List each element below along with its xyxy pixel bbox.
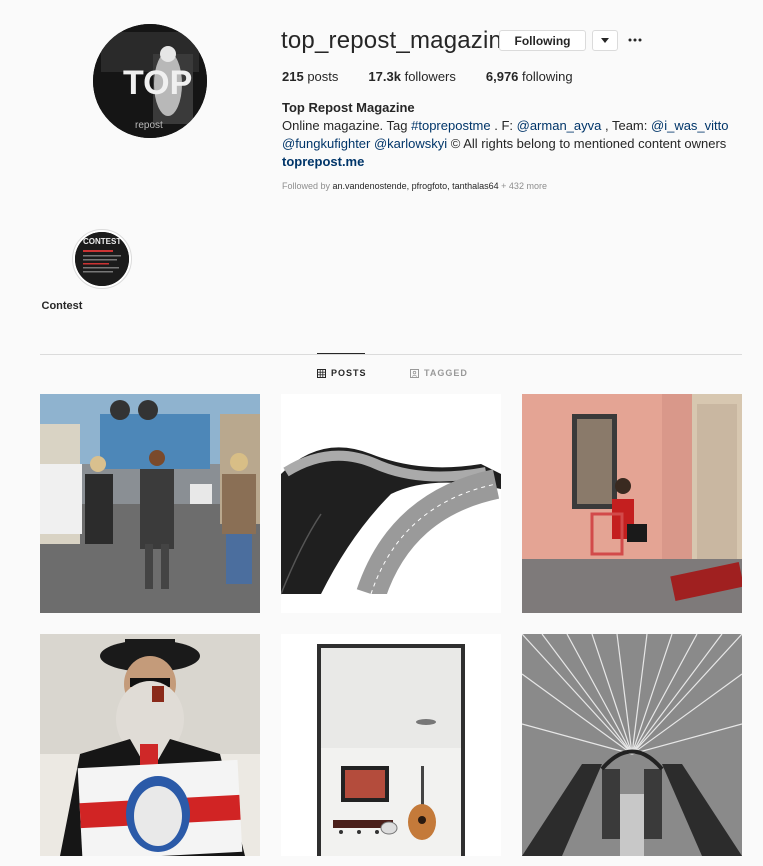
avatar-logo-text: TOP bbox=[123, 64, 192, 102]
street-walkers-photo bbox=[40, 394, 260, 613]
woman-on-chair-photo bbox=[522, 394, 742, 613]
bio-text: , Team: bbox=[601, 118, 651, 133]
profile-website-link[interactable]: toprepost.me bbox=[282, 154, 364, 169]
profile-username: top_repost_magazine bbox=[281, 27, 516, 54]
mention-link[interactable]: @arman_ayva bbox=[517, 118, 602, 133]
following-link[interactable]: 6,976 following bbox=[486, 69, 573, 84]
ellipsis-icon bbox=[628, 38, 642, 42]
profile-avatar[interactable]: TOP repost bbox=[93, 24, 207, 138]
hashtag-link[interactable]: #toprepostme bbox=[411, 118, 491, 133]
profile-stats: 215 posts 17.3k followers 6,976 followin… bbox=[282, 69, 603, 84]
posts-count: 215 posts bbox=[282, 69, 338, 84]
profile-bio: Top Repost Magazine Online magazine. Tag… bbox=[282, 99, 742, 171]
grid-icon bbox=[317, 368, 326, 378]
bio-text: © All rights belong to mentioned content… bbox=[447, 136, 727, 151]
post-tile-street-walkers[interactable] bbox=[40, 394, 260, 613]
following-button[interactable]: Following bbox=[499, 30, 586, 51]
tabs-divider bbox=[40, 354, 742, 355]
followers-count-label: followers bbox=[404, 69, 456, 84]
post-tile-woman-on-chair[interactable] bbox=[522, 394, 742, 613]
suggestions-dropdown-button[interactable] bbox=[592, 30, 618, 51]
followed-by-prefix: Followed by bbox=[282, 181, 333, 191]
mention-link[interactable]: @i_was_vitto bbox=[651, 118, 729, 133]
tab-tagged[interactable]: TAGGED bbox=[410, 368, 468, 378]
highlight-cover: CONTEST bbox=[75, 232, 129, 286]
bio-text: . F: bbox=[490, 118, 517, 133]
highlight-ring: CONTEST bbox=[72, 229, 132, 289]
bio-line-1: Online magazine. Tag #toprepostme . F: @… bbox=[282, 117, 742, 135]
followers-link[interactable]: 17.3k followers bbox=[368, 69, 455, 84]
highlight-cover-text: CONTEST bbox=[83, 237, 121, 246]
followed-by[interactable]: Followed by an.vandenostende, pfrogfoto,… bbox=[282, 181, 547, 191]
tab-posts[interactable]: POSTS bbox=[317, 368, 367, 378]
post-tile-bridge-cables[interactable] bbox=[522, 634, 742, 856]
post-tile-winding-road[interactable] bbox=[281, 394, 501, 613]
avatar-image: TOP repost bbox=[93, 24, 207, 138]
highlight-contest[interactable]: CONTEST bbox=[72, 229, 132, 289]
highlight-label: Contest bbox=[41, 300, 83, 312]
tab-tagged-label: TAGGED bbox=[424, 368, 468, 378]
mention-link[interactable]: @karlowskyi bbox=[374, 136, 447, 151]
more-options-button[interactable] bbox=[627, 32, 643, 48]
caret-down-icon bbox=[601, 37, 609, 43]
winding-road-photo bbox=[281, 394, 501, 613]
bridge-cables-photo bbox=[522, 634, 742, 856]
followed-by-names: an.vandenostende, pfrogfoto, tanthalas64 bbox=[332, 181, 499, 191]
post-tile-bearded-man[interactable] bbox=[40, 634, 260, 856]
bio-line-2: @fungkufighter @karlowskyi © All rights … bbox=[282, 135, 742, 153]
guitar-wall-photo bbox=[281, 634, 501, 856]
tab-posts-label: POSTS bbox=[331, 368, 367, 378]
active-tab-indicator bbox=[317, 353, 365, 354]
following-count-value: 6,976 bbox=[485, 69, 519, 84]
post-tile-guitar-wall[interactable] bbox=[281, 634, 501, 856]
tag-icon bbox=[410, 368, 419, 378]
bearded-man-photo bbox=[40, 634, 260, 856]
avatar-logo-subtext: repost bbox=[135, 120, 163, 131]
followed-by-more: + 432 more bbox=[498, 181, 547, 191]
posts-count-label: posts bbox=[307, 69, 339, 84]
followers-count-value: 17.3k bbox=[368, 69, 401, 84]
profile-full-name: Top Repost Magazine bbox=[282, 100, 415, 115]
bio-text: Online magazine. Tag bbox=[282, 118, 412, 133]
following-count-label: following bbox=[522, 69, 573, 84]
posts-count-value: 215 bbox=[282, 69, 304, 84]
mention-link[interactable]: @fungkufighter bbox=[282, 136, 370, 151]
highlight-cover-image: CONTEST bbox=[75, 232, 129, 286]
